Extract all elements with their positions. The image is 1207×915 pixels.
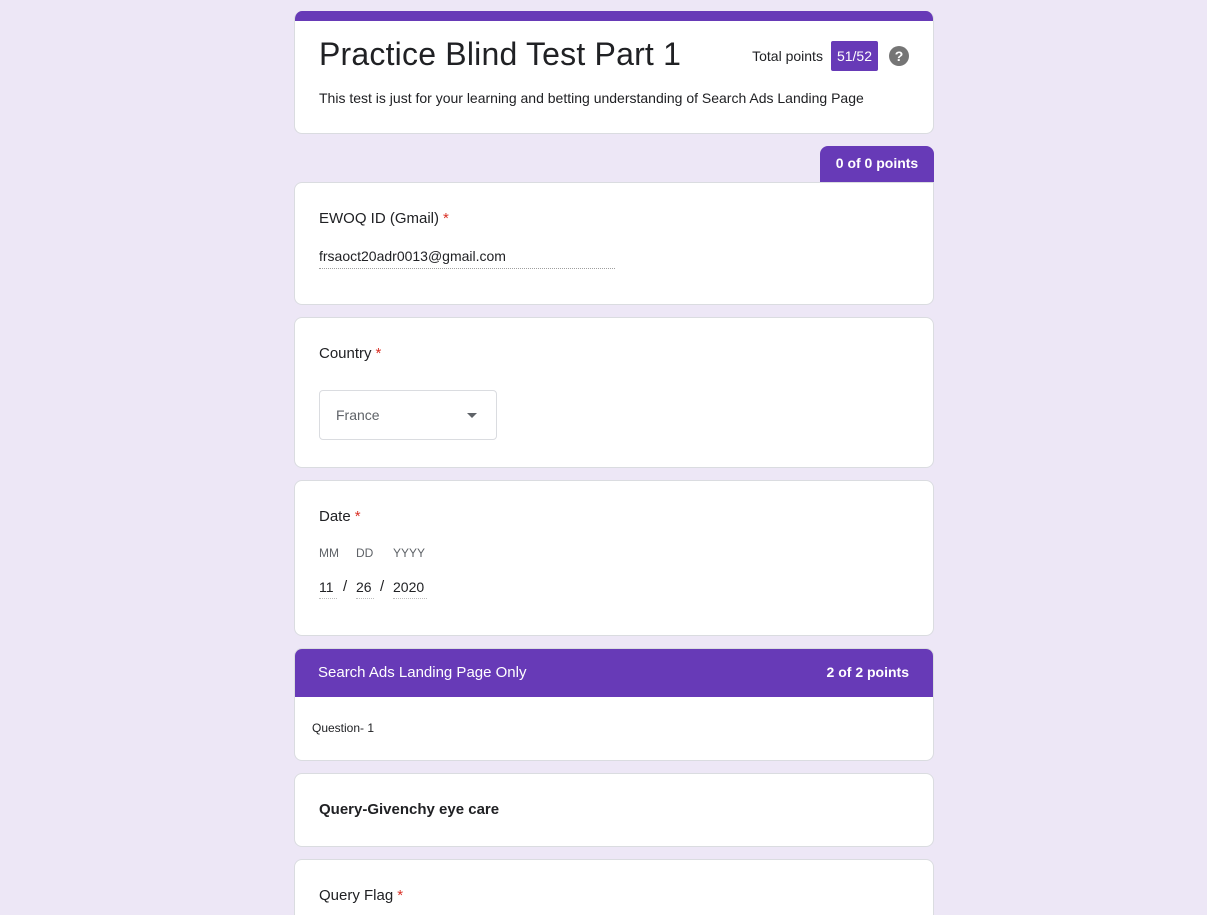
total-points-label: Total points [752, 48, 823, 64]
section-description: Question- 1 [312, 721, 375, 735]
question-title: Query Flag [319, 887, 394, 904]
country-selected-value: France [336, 407, 380, 423]
day-label: DD [356, 546, 374, 560]
year-label: YYYY [393, 546, 426, 560]
section-title: Search Ads Landing Page Only [318, 664, 527, 681]
query-card: Query-Givenchy eye care [294, 773, 934, 847]
date-separator: / [343, 578, 348, 595]
form-title: Practice Blind Test Part 1 [319, 36, 682, 72]
day-input[interactable]: 26 [356, 579, 374, 599]
required-asterisk: * [397, 887, 404, 904]
question-card-email: EWOQ ID (Gmail) * frsaoct20adr0013@gmail.… [294, 182, 934, 305]
section-points: 2 of 2 points [826, 664, 909, 680]
form-header-card: Practice Blind Test Part 1 Total points … [294, 11, 934, 134]
year-input[interactable]: 2020 [393, 579, 427, 599]
date-separator: / [380, 578, 385, 595]
query-text: Query-Givenchy eye care [319, 801, 500, 818]
header-accent-bar [295, 11, 933, 21]
required-asterisk: * [443, 210, 449, 227]
question-label-query-flag: Query Flag * [319, 887, 403, 904]
required-asterisk: * [354, 508, 361, 525]
section-card: Search Ads Landing Page Only 2 of 2 poin… [294, 648, 934, 761]
required-asterisk: * [375, 345, 382, 362]
month-label: MM [319, 546, 339, 560]
section-points-tab: 0 of 0 points [820, 146, 934, 182]
country-dropdown[interactable]: France [319, 390, 497, 440]
question-card-query-flag: Query Flag * [294, 859, 934, 915]
section-header: Search Ads Landing Page Only 2 of 2 poin… [295, 649, 933, 697]
help-icon[interactable]: ? [889, 46, 909, 66]
question-title: Date [319, 508, 351, 525]
caret-down-icon [467, 413, 477, 418]
question-card-country: Country * France [294, 317, 934, 468]
total-points: Total points 51/52 ? [752, 41, 909, 71]
total-points-badge: 51/52 [830, 41, 878, 71]
form-description: This test is just for your learning and … [319, 90, 864, 106]
question-label-email: EWOQ ID (Gmail) * [319, 210, 449, 227]
question-label-country: Country * [319, 345, 381, 362]
question-label-date: Date * [319, 508, 361, 525]
email-answer[interactable]: frsaoct20adr0013@gmail.com [319, 248, 615, 269]
month-input[interactable]: 11 [319, 579, 337, 599]
question-card-date: Date * MM DD YYYY 11 / 26 / 2020 [294, 480, 934, 636]
question-title: Country [319, 345, 372, 362]
question-title: EWOQ ID (Gmail) [319, 210, 439, 227]
